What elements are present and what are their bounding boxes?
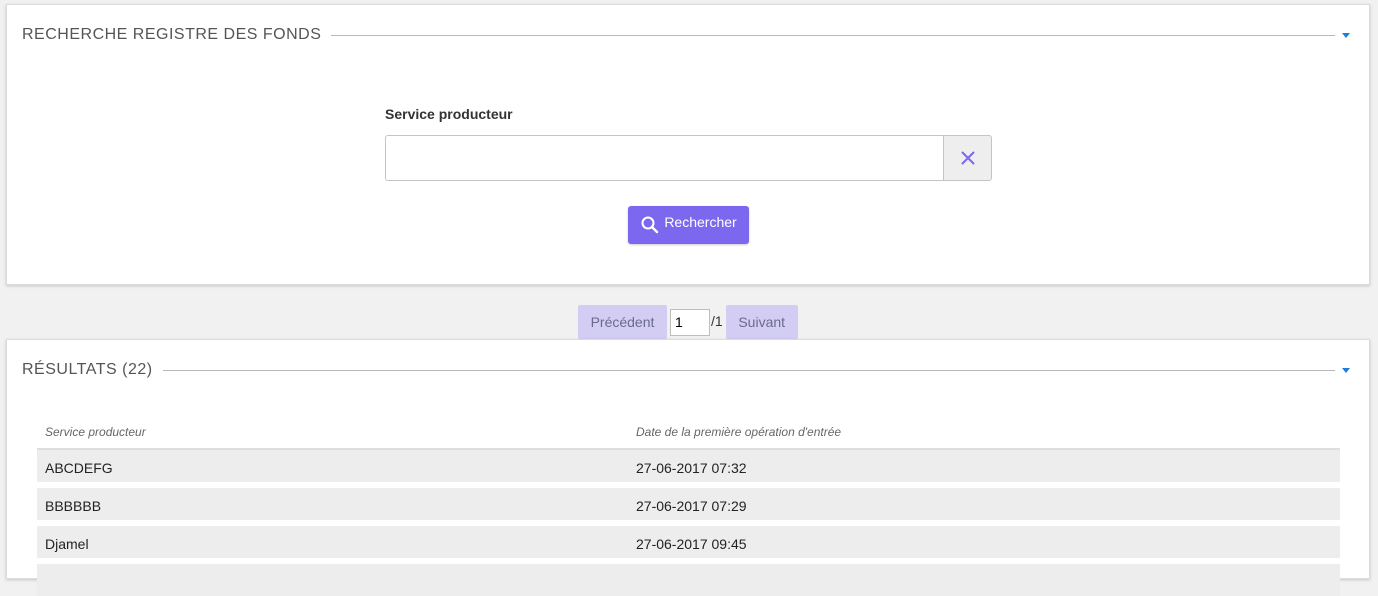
table-header: Service producteur Date de la première o… — [37, 416, 1340, 450]
page-number-input[interactable] — [670, 308, 710, 336]
next-page-button[interactable]: Suivant — [725, 305, 798, 339]
column-header-service[interactable]: Service producteur — [37, 425, 636, 439]
close-icon — [961, 151, 974, 165]
service-producteur-input-group — [385, 135, 992, 181]
cell-service: ABCDEFG — [45, 460, 113, 476]
collapse-toggle[interactable] — [1339, 28, 1353, 42]
clear-button[interactable] — [943, 135, 992, 181]
search-panel-title: RECHERCHE REGISTRE DES FONDS — [22, 26, 322, 43]
cell-date: 27-06-2017 09:45 — [636, 536, 747, 552]
table-row[interactable]: BBBBBB 27-06-2017 07:29 — [37, 488, 1340, 520]
cell-date: 27-06-2017 07:32 — [636, 460, 747, 476]
search-icon — [641, 216, 659, 234]
caret-down-icon — [1342, 32, 1350, 38]
service-producteur-label: Service producteur — [385, 106, 513, 122]
results-panel-title: RÉSULTATS (22) — [22, 361, 153, 378]
table-row[interactable]: ABCDEFG 27-06-2017 07:32 — [37, 450, 1340, 482]
cell-date — [636, 578, 1340, 582]
search-button[interactable]: Rechercher — [628, 206, 749, 244]
cell-service: BBBBBB — [45, 498, 102, 514]
collapse-toggle[interactable] — [1339, 363, 1353, 377]
table-row[interactable] — [37, 564, 1340, 596]
results-table: Service producteur Date de la première o… — [37, 416, 1340, 596]
service-producteur-input[interactable] — [385, 135, 943, 181]
previous-page-button[interactable]: Précédent — [578, 305, 667, 339]
table-row[interactable]: Djamel 27-06-2017 09:45 — [37, 526, 1340, 558]
header-divider — [162, 369, 1335, 371]
page-total: /1 — [711, 313, 723, 329]
results-panel: RÉSULTATS (22) Service producteur Date d… — [6, 339, 1370, 596]
header-divider — [331, 34, 1335, 36]
cell-service — [37, 578, 636, 582]
search-button-label: Rechercher — [664, 214, 737, 230]
cell-date: 27-06-2017 07:29 — [636, 498, 747, 514]
column-header-date[interactable]: Date de la première opération d'entrée — [636, 425, 1340, 439]
caret-down-icon — [1342, 367, 1350, 373]
pagination: Précédent /1 Suivant — [578, 305, 798, 339]
search-panel-header: RECHERCHE REGISTRE DES FONDS — [22, 25, 1353, 45]
cell-service: Djamel — [45, 536, 89, 552]
results-panel-header: RÉSULTATS (22) — [22, 360, 1353, 380]
search-panel: RECHERCHE REGISTRE DES FONDS Service pro… — [6, 4, 1370, 285]
